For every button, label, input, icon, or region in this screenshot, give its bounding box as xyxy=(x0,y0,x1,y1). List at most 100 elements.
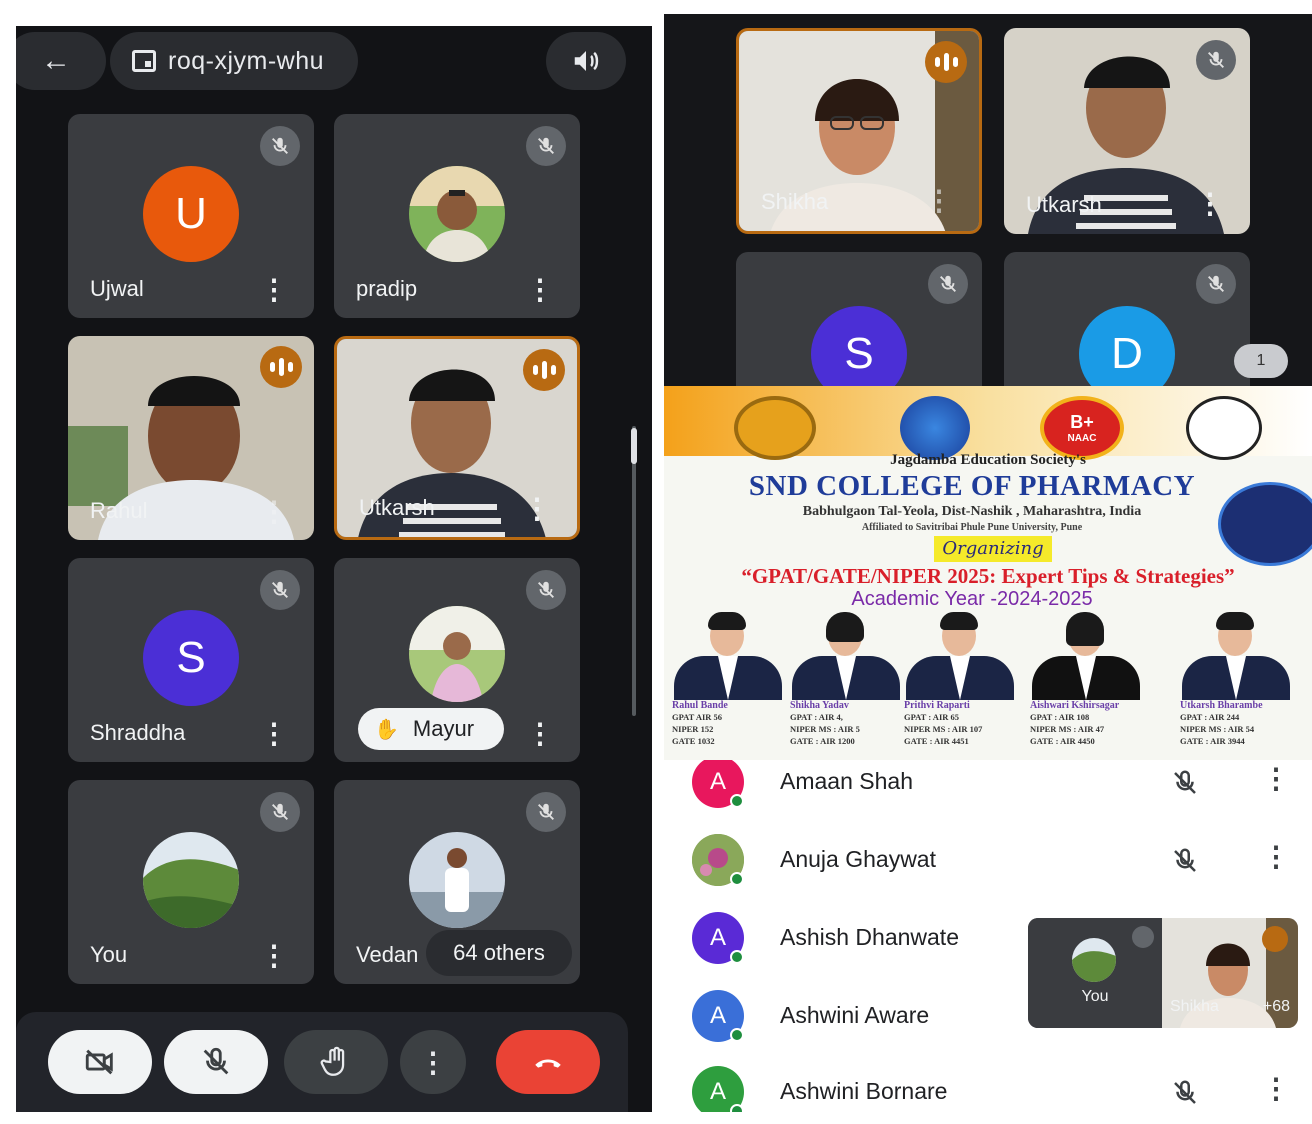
camera-toggle-button[interactable] xyxy=(48,1030,152,1094)
more-vert-icon[interactable]: ⋮ xyxy=(526,276,554,304)
end-call-icon xyxy=(535,1059,561,1068)
participant-video-tile[interactable]: Rahul ⋮ xyxy=(68,336,314,540)
mic-off-icon xyxy=(1196,264,1236,304)
more-vert-icon[interactable]: ⋮ xyxy=(526,720,554,748)
participant-name: Vedan xyxy=(356,942,419,967)
mic-off-icon xyxy=(1196,40,1236,80)
scrollbar-thumb[interactable] xyxy=(631,428,637,464)
more-vert-icon[interactable]: ⋮ xyxy=(523,495,551,523)
speaker-card: Prithvi Raparti GPAT : AIR 65 NIPER MS :… xyxy=(904,612,1016,747)
picture-in-picture[interactable]: You Shikha +68 xyxy=(1028,918,1298,1028)
speaker-rank: NIPER 152 xyxy=(672,724,714,734)
participant-name: Ujwal xyxy=(90,276,144,301)
speaker-rank: GPAT : AIR 244 xyxy=(1180,712,1240,722)
speaker-rank: GPAT : AIR 108 xyxy=(1030,712,1090,722)
more-options-button[interactable]: ⋮ xyxy=(400,1030,466,1094)
speaker-view: Shikha +68 xyxy=(1162,918,1298,1028)
mic-off-icon xyxy=(526,792,566,832)
list-item[interactable]: Anuja Ghaywat ⋮ xyxy=(664,822,1312,898)
top-bar: ← roq-xjym-whu xyxy=(16,26,652,96)
list-item[interactable]: A Amaan Shah ⋮ xyxy=(664,760,1312,820)
more-vert-icon[interactable]: ⋮ xyxy=(1262,840,1290,873)
more-vert-icon[interactable]: ⋮ xyxy=(1262,1072,1290,1105)
participant-tile[interactable]: ✋ Mayur ⋮ xyxy=(334,558,580,762)
naac-label: NAAC xyxy=(1067,433,1097,444)
mic-off-icon xyxy=(526,570,566,610)
participant-video-tile[interactable]: Utkarsh ⋮ xyxy=(334,336,580,540)
speaker-card: Aishwari Kshirsagar GPAT : AIR 108 NIPER… xyxy=(1030,612,1142,747)
mic-off-icon xyxy=(260,570,300,610)
meeting-info-button[interactable]: roq-xjym-whu xyxy=(110,32,358,90)
mic-off-icon xyxy=(203,1047,229,1075)
speaker-button[interactable] xyxy=(546,32,626,90)
speaker-card: Rahul Bande GPAT AIR 56 NIPER 152 GATE 1… xyxy=(672,612,784,747)
society-name: Jagdamba Education Society's xyxy=(890,452,1086,468)
more-vert-icon[interactable]: ⋮ xyxy=(260,720,288,748)
call-controls-bar: ⋮ xyxy=(16,1012,628,1112)
participant-name: Shikha xyxy=(761,189,829,214)
speaker-rank: NIPER MS : AIR 54 xyxy=(1180,724,1255,734)
audio-level-icon xyxy=(925,41,967,83)
scrollbar-track[interactable] xyxy=(632,426,636,716)
online-indicator xyxy=(730,1104,744,1112)
participant-tile[interactable]: You ⋮ xyxy=(68,780,314,984)
more-vert-icon[interactable]: ⋮ xyxy=(1196,187,1224,220)
speaker-rank: GPAT : AIR 65 xyxy=(904,712,960,722)
raise-hand-icon: ✋ xyxy=(374,718,399,741)
more-vert-icon[interactable]: ⋮ xyxy=(260,498,288,526)
participant-tile[interactable]: pradip ⋮ xyxy=(334,114,580,318)
event-emblem xyxy=(1218,482,1312,566)
participant-tile[interactable]: S Shraddha ⋮ xyxy=(68,558,314,762)
more-vert-icon[interactable]: ⋮ xyxy=(260,942,288,970)
participant-name: Shraddha xyxy=(90,720,186,745)
raised-hand-badge: ✋ Mayur xyxy=(358,708,504,750)
online-indicator xyxy=(730,872,744,886)
participant-name: Ashwini Bornare xyxy=(780,1078,948,1104)
speaker-photo xyxy=(904,612,1016,700)
naac-grade: B+ xyxy=(1070,412,1094,432)
raise-hand-icon xyxy=(320,1046,345,1076)
calendar-icon xyxy=(132,50,156,72)
participant-name: pradip xyxy=(356,276,418,301)
event-title: “GPAT/GATE/NIPER 2025: Expert Tips & Str… xyxy=(741,564,1235,588)
audio-level-icon xyxy=(1262,926,1288,952)
page-indicator[interactable]: 1 xyxy=(1234,344,1288,378)
more-vert-icon[interactable]: ⋮ xyxy=(925,184,953,217)
speaker-rank: GPAT AIR 56 xyxy=(672,712,723,722)
participant-video-tile[interactable]: Shikha ⋮ xyxy=(736,28,982,234)
speaker-rank: GATE : AIR 1200 xyxy=(790,736,855,746)
affiliation: Affiliated to Savitribai Phule Pune Univ… xyxy=(861,522,1083,533)
speaker-name: Rahul Bande xyxy=(672,700,728,711)
list-item[interactable]: A Ashwini Bornare ⋮ xyxy=(664,1054,1312,1112)
end-call-button[interactable] xyxy=(496,1030,600,1094)
globe-logo xyxy=(900,396,970,460)
volume-icon xyxy=(574,51,599,71)
meet-main-panel: ← roq-xjym-whu U Ujwal ⋮ pradip ⋮ Rahul … xyxy=(16,26,652,1112)
speaker-name: Shikha Yadav xyxy=(790,700,849,711)
avatar xyxy=(409,166,505,262)
raise-hand-button[interactable] xyxy=(284,1030,388,1094)
online-indicator xyxy=(730,1028,744,1042)
back-button[interactable]: ← xyxy=(16,32,106,90)
participant-tile[interactable]: U Ujwal ⋮ xyxy=(68,114,314,318)
mic-off-icon xyxy=(260,126,300,166)
naac-badge: B+ NAAC xyxy=(1040,396,1124,460)
others-count-badge[interactable]: 64 others xyxy=(426,930,572,976)
mic-off-icon xyxy=(1174,1080,1196,1104)
speaker-rank: GATE : AIR 3944 xyxy=(1180,736,1245,746)
speaker-photo xyxy=(790,612,902,700)
book-logo xyxy=(1186,396,1262,460)
mic-toggle-button[interactable] xyxy=(164,1030,268,1094)
avatar xyxy=(1072,938,1116,982)
mic-off-icon xyxy=(260,792,300,832)
participant-name: Utkarsh xyxy=(359,495,435,520)
second-screen-grid: Shikha ⋮ Utkarsh ⋮ S D 1 xyxy=(664,14,1312,386)
avatar xyxy=(409,832,505,928)
participant-name: You xyxy=(90,942,128,967)
participant-video-tile[interactable]: Utkarsh ⋮ xyxy=(1004,28,1250,234)
participant-tile[interactable]: D xyxy=(1004,252,1250,386)
extra-participants-count: +68 xyxy=(1262,998,1290,1015)
more-vert-icon[interactable]: ⋮ xyxy=(1262,762,1290,795)
more-vert-icon[interactable]: ⋮ xyxy=(260,276,288,304)
participant-tile[interactable]: S xyxy=(736,252,982,386)
